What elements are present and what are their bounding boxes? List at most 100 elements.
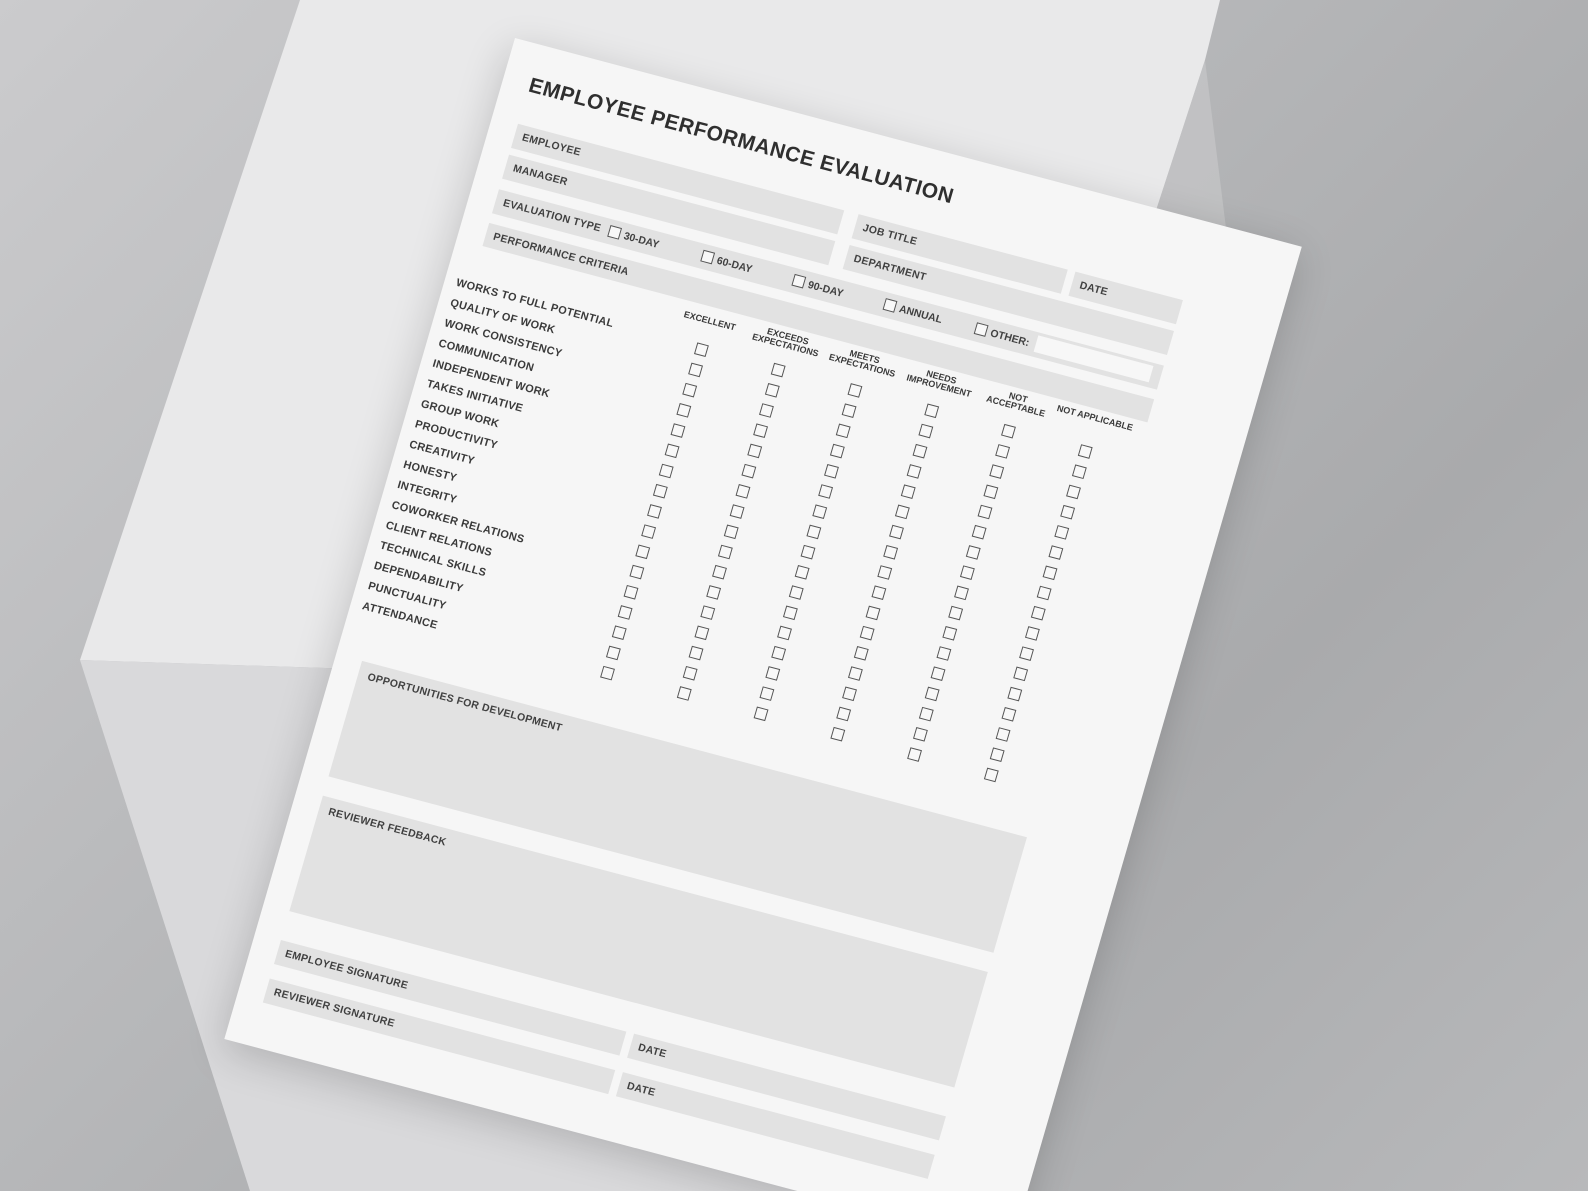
rating-checkbox[interactable] xyxy=(753,423,769,439)
rating-checkbox[interactable] xyxy=(1036,585,1052,601)
rating-checkbox[interactable] xyxy=(883,544,899,560)
rating-checkbox[interactable] xyxy=(788,585,804,600)
rating-checkbox[interactable] xyxy=(918,706,934,722)
rating-checkbox[interactable] xyxy=(600,665,615,681)
rating-checkbox[interactable] xyxy=(948,605,964,621)
rating-checkbox[interactable] xyxy=(741,463,757,479)
rating-checkbox[interactable] xyxy=(635,544,651,560)
rating-checkbox[interactable] xyxy=(924,403,940,419)
rating-checkbox[interactable] xyxy=(623,584,639,600)
rating-checkbox[interactable] xyxy=(824,463,839,479)
rating-checkbox[interactable] xyxy=(688,362,703,378)
rating-checkbox[interactable] xyxy=(954,585,969,601)
rating-checkbox[interactable] xyxy=(1013,666,1029,682)
rating-checkbox[interactable] xyxy=(694,625,710,641)
rating-checkbox[interactable] xyxy=(930,666,946,682)
rating-checkbox[interactable] xyxy=(989,747,1005,763)
rating-checkbox[interactable] xyxy=(664,443,680,459)
rating-checkbox[interactable] xyxy=(835,423,851,439)
rating-checkbox[interactable] xyxy=(812,504,828,520)
rating-checkbox[interactable] xyxy=(912,443,928,459)
rating-checkbox[interactable] xyxy=(924,686,940,702)
rating-checkbox[interactable] xyxy=(794,565,810,580)
rating-checkbox[interactable] xyxy=(712,564,727,580)
rating-checkbox[interactable] xyxy=(605,645,621,661)
rating-checkbox[interactable] xyxy=(989,464,1005,479)
rating-checkbox[interactable] xyxy=(641,524,657,539)
rating-checkbox[interactable] xyxy=(983,767,999,783)
rating-checkbox[interactable] xyxy=(647,504,662,519)
rating-checkbox[interactable] xyxy=(688,645,704,661)
rating-checkbox[interactable] xyxy=(871,585,887,601)
rating-checkbox[interactable] xyxy=(1042,565,1058,581)
rating-checkbox[interactable] xyxy=(771,645,787,661)
rating-checkbox[interactable] xyxy=(1048,545,1064,560)
rating-checkbox[interactable] xyxy=(836,706,852,722)
rating-checkbox[interactable] xyxy=(682,382,698,398)
rating-checkbox[interactable] xyxy=(617,605,633,620)
rating-checkbox[interactable] xyxy=(706,585,722,600)
rating-checkbox[interactable] xyxy=(1066,484,1081,500)
rating-checkbox[interactable] xyxy=(847,383,863,398)
rating-checkbox[interactable] xyxy=(865,605,881,621)
rating-checkbox[interactable] xyxy=(894,504,910,520)
rating-checkbox[interactable] xyxy=(936,646,952,661)
rating-checkbox[interactable] xyxy=(611,625,627,640)
rating-checkbox[interactable] xyxy=(877,565,893,580)
rating-checkbox[interactable] xyxy=(764,382,780,398)
rating-checkbox[interactable] xyxy=(693,342,709,358)
rating-checkbox[interactable] xyxy=(759,403,774,418)
rating-checkbox[interactable] xyxy=(1071,464,1087,480)
rating-checkbox[interactable] xyxy=(753,706,769,722)
rating-checkbox[interactable] xyxy=(629,564,645,580)
rating-checkbox[interactable] xyxy=(995,727,1011,742)
rating-checkbox[interactable] xyxy=(971,524,987,540)
rating-checkbox[interactable] xyxy=(842,686,857,702)
rating-checkbox[interactable] xyxy=(777,625,792,641)
rating-checkbox[interactable] xyxy=(1001,706,1017,722)
rating-checkbox[interactable] xyxy=(658,463,674,479)
rating-checkbox[interactable] xyxy=(806,524,822,540)
rating-checkbox[interactable] xyxy=(723,524,739,540)
rating-checkbox[interactable] xyxy=(830,726,846,742)
rating-checkbox[interactable] xyxy=(729,504,745,519)
rating-checkbox[interactable] xyxy=(765,666,781,681)
rating-checkbox[interactable] xyxy=(1024,626,1040,641)
rating-checkbox[interactable] xyxy=(983,484,999,500)
rating-checkbox[interactable] xyxy=(829,443,845,459)
rating-checkbox[interactable] xyxy=(1054,525,1070,540)
rating-checkbox[interactable] xyxy=(782,605,798,621)
rating-checkbox[interactable] xyxy=(717,544,733,560)
rating-checkbox[interactable] xyxy=(747,443,763,459)
rating-checkbox[interactable] xyxy=(942,625,958,641)
rating-checkbox[interactable] xyxy=(735,484,751,499)
rating-checkbox[interactable] xyxy=(841,403,857,418)
rating-checkbox[interactable] xyxy=(995,444,1011,459)
rating-checkbox[interactable] xyxy=(1060,504,1076,520)
rating-checkbox[interactable] xyxy=(889,524,904,540)
rating-checkbox[interactable] xyxy=(906,464,922,479)
rating-checkbox[interactable] xyxy=(682,665,698,681)
rating-checkbox[interactable] xyxy=(770,362,786,378)
rating-checkbox[interactable] xyxy=(900,484,916,499)
rating-checkbox[interactable] xyxy=(652,483,668,499)
rating-checkbox[interactable] xyxy=(853,646,869,661)
rating-checkbox[interactable] xyxy=(965,545,981,560)
rating-checkbox[interactable] xyxy=(670,423,686,438)
rating-checkbox[interactable] xyxy=(1030,605,1046,621)
rating-checkbox[interactable] xyxy=(818,484,834,499)
rating-checkbox[interactable] xyxy=(1001,423,1016,439)
rating-checkbox[interactable] xyxy=(676,403,692,418)
rating-checkbox[interactable] xyxy=(977,504,993,520)
rating-checkbox[interactable] xyxy=(1019,646,1034,661)
rating-checkbox[interactable] xyxy=(859,625,875,641)
rating-checkbox[interactable] xyxy=(918,423,934,439)
rating-checkbox[interactable] xyxy=(759,686,775,701)
rating-checkbox[interactable] xyxy=(847,666,863,681)
rating-checkbox[interactable] xyxy=(907,747,922,762)
rating-checkbox[interactable] xyxy=(959,565,975,580)
rating-checkbox[interactable] xyxy=(676,686,692,701)
rating-checkbox[interactable] xyxy=(700,605,716,620)
rating-checkbox[interactable] xyxy=(800,544,816,560)
rating-checkbox[interactable] xyxy=(912,727,928,742)
